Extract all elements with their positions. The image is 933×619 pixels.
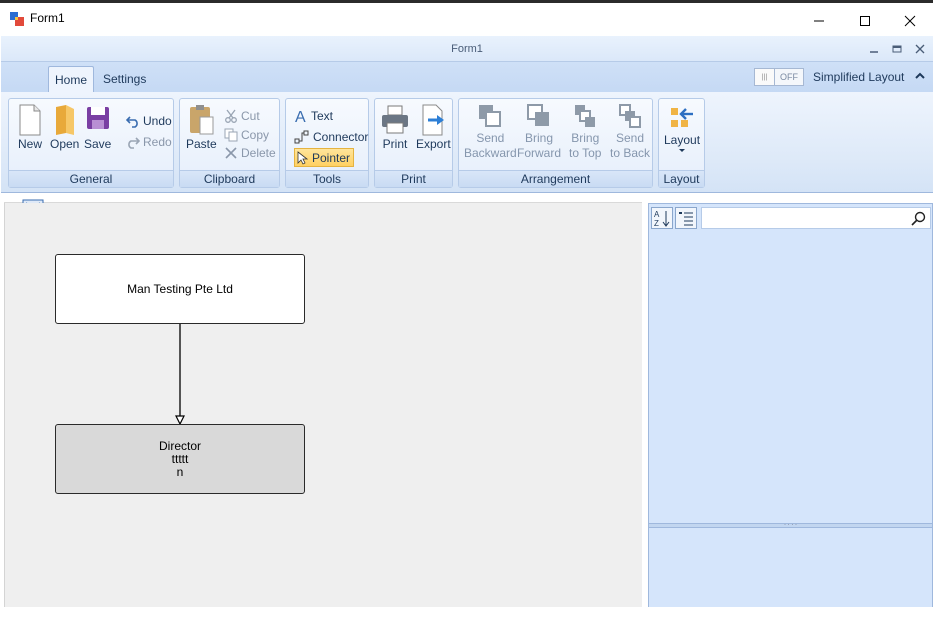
scissors-icon: [225, 109, 237, 123]
delete-button[interactable]: Delete: [224, 143, 276, 162]
new-button[interactable]: New: [17, 103, 43, 152]
svg-text:A: A: [295, 109, 306, 124]
send-backward-icon: [479, 105, 502, 127]
ribbon: New Open Save Undo Redo General Paste Cu…: [1, 92, 933, 193]
open-folder-icon: [55, 105, 74, 135]
simplified-layout-label: Simplified Layout: [813, 70, 905, 84]
close-icon: [904, 15, 916, 27]
property-grid-splitter[interactable]: · · · ·: [649, 522, 932, 528]
send-to-back-icon: [619, 104, 642, 128]
property-search-input[interactable]: [702, 208, 902, 228]
sort-az-icon: A Z: [654, 210, 670, 227]
open-button[interactable]: Open: [50, 103, 79, 152]
minimize-button[interactable]: [796, 6, 842, 36]
bring-forward-icon: [527, 104, 549, 126]
maximize-button[interactable]: [842, 6, 888, 36]
mdi-close-button[interactable]: [913, 42, 927, 56]
undo-icon: [126, 115, 138, 128]
svg-text:Z: Z: [654, 219, 659, 227]
text-tool-button[interactable]: A Text: [294, 106, 333, 125]
copy-button[interactable]: Copy: [224, 125, 269, 144]
search-icon[interactable]: [911, 211, 926, 226]
form-titlebar: Form1: [1, 36, 933, 62]
bring-forward-button[interactable]: Bring Forward: [517, 103, 561, 161]
new-document-icon: [19, 104, 41, 136]
pointer-cursor-icon: [297, 150, 309, 165]
group-label-clipboard: Clipboard: [180, 170, 279, 187]
layout-icon: [671, 108, 694, 127]
group-arrangement: Send Backward Bring Forward Bring to Top: [458, 98, 653, 188]
delete-x-icon: [225, 146, 237, 159]
categorized-button[interactable]: [675, 206, 697, 229]
redo-icon: [128, 136, 140, 149]
tab-settings[interactable]: Settings: [97, 66, 152, 93]
node-text-line: Man Testing Pte Ltd: [127, 281, 233, 296]
app-icon: [10, 12, 24, 26]
maximize-icon: [860, 16, 870, 26]
group-label-arrangement: Arrangement: [459, 170, 652, 187]
paste-button[interactable]: Paste: [186, 103, 217, 152]
simplified-layout-toggle[interactable]: ||| OFF: [754, 68, 804, 86]
pointer-tool-button[interactable]: Pointer: [294, 148, 355, 167]
svg-text:A: A: [654, 210, 660, 219]
paste-clipboard-icon: [190, 105, 214, 135]
property-grid: A Z · · · ·: [648, 203, 933, 608]
export-icon: [422, 104, 445, 136]
cut-button[interactable]: Cut: [224, 106, 260, 125]
group-tools: A Text Connector Pointer Tools: [285, 98, 369, 188]
connector-tool-button[interactable]: Connector: [294, 127, 368, 146]
ribbon-tabs: Home Settings ||| OFF Simplified Layout: [1, 62, 933, 93]
bring-to-top-icon: [575, 105, 596, 127]
minimize-icon: [870, 51, 878, 53]
bring-to-top-button[interactable]: Bring to Top: [569, 103, 601, 161]
printer-icon: [382, 105, 408, 134]
form-title: Form1: [451, 43, 483, 55]
restore-icon: [892, 45, 902, 53]
close-icon: [915, 44, 925, 54]
toggle-state: OFF: [780, 72, 798, 82]
bottom-strip: [0, 607, 933, 619]
collapse-ribbon-icon[interactable]: [913, 69, 927, 83]
save-disk-icon: [86, 107, 109, 129]
connector-icon: [294, 130, 309, 143]
mdi-restore-button[interactable]: [890, 42, 904, 56]
connector-arrow[interactable]: [170, 324, 190, 425]
diagram-node-director[interactable]: Director ttttt n: [55, 424, 305, 494]
layout-button[interactable]: Layout: [664, 103, 700, 154]
group-label-general: General: [9, 170, 173, 187]
dropdown-arrow-icon: [679, 149, 686, 152]
undo-button[interactable]: Undo: [126, 111, 172, 130]
group-layout: Layout Layout: [658, 98, 705, 188]
group-clipboard: Paste Cut Copy Delete Clipboard: [179, 98, 280, 188]
node-text-line: ttttt: [171, 451, 189, 466]
close-button[interactable]: [887, 6, 933, 36]
tab-home[interactable]: Home: [48, 66, 95, 93]
node-text-line: Director: [158, 438, 201, 453]
group-label-layout: Layout: [659, 170, 704, 187]
diagram-ruler: [4, 193, 642, 203]
send-to-back-button[interactable]: Send to Back: [610, 103, 650, 161]
group-label-tools: Tools: [286, 170, 368, 187]
group-print: Print Export Print: [374, 98, 453, 188]
print-button[interactable]: Print: [380, 103, 410, 152]
send-backward-button[interactable]: Send Backward: [464, 103, 517, 161]
copy-icon: [224, 128, 238, 141]
mdi-minimize-button[interactable]: [867, 42, 881, 56]
categorized-list-icon: [679, 211, 693, 225]
window-titlebar: Form1: [0, 0, 933, 36]
text-a-icon: A: [295, 109, 306, 124]
toggle-knob: |||: [755, 69, 775, 85]
export-button[interactable]: Export: [416, 103, 451, 152]
property-search-box: [701, 207, 931, 229]
node-text-line: n: [176, 464, 184, 479]
minimize-icon: [814, 20, 824, 22]
sort-alphabetical-button[interactable]: A Z: [651, 206, 673, 229]
group-general: New Open Save Undo Redo General: [8, 98, 174, 188]
diagram-canvas[interactable]: Man Testing Pte Ltd Director ttttt n: [4, 203, 642, 607]
group-label-print: Print: [375, 170, 452, 187]
save-button[interactable]: Save: [84, 103, 111, 152]
window-title: Form1: [30, 11, 65, 25]
diagram-node-company[interactable]: Man Testing Pte Ltd: [55, 254, 305, 324]
redo-button[interactable]: Redo: [126, 132, 172, 151]
